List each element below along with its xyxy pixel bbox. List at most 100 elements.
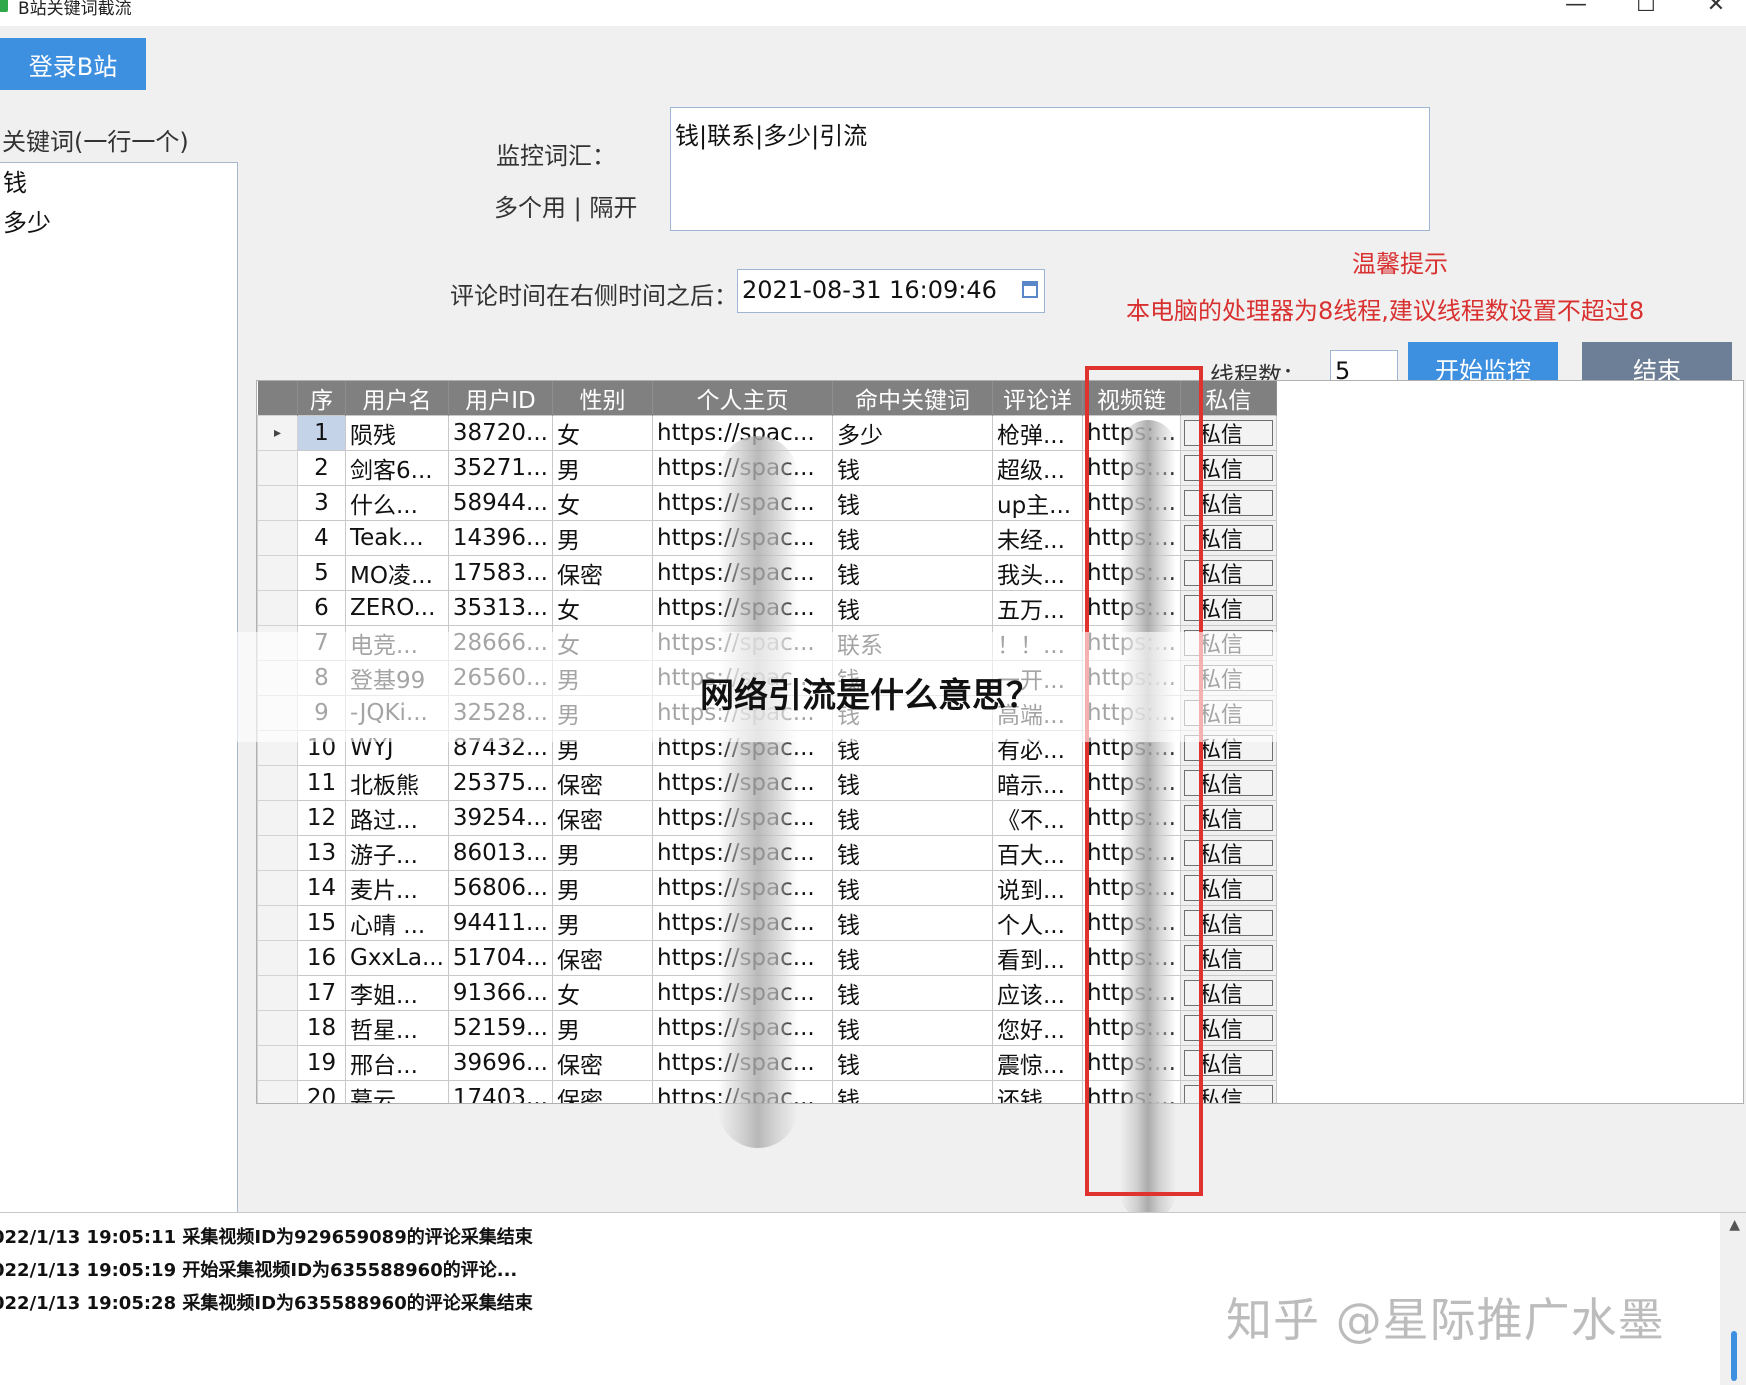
- table-cell[interactable]: 震惊...: [992, 1045, 1083, 1081]
- table-cell[interactable]: 女: [552, 590, 653, 626]
- table-cell[interactable]: 剑客6...: [345, 450, 449, 486]
- table-cell[interactable]: 保密: [552, 800, 653, 836]
- scroll-up-icon[interactable]: ▲: [1729, 1217, 1740, 1233]
- table-cell[interactable]: GxxLa...: [345, 940, 449, 976]
- table-cell[interactable]: 钱: [832, 485, 993, 521]
- table-cell[interactable]: 女: [552, 415, 653, 451]
- table-cell[interactable]: 钱: [832, 940, 993, 976]
- table-cell[interactable]: 15: [297, 905, 346, 941]
- table-cell[interactable]: 12: [297, 800, 346, 836]
- table-cell[interactable]: 56806...: [447, 870, 554, 906]
- maximize-button[interactable]: ☐: [1626, 0, 1666, 17]
- table-cell[interactable]: 钱: [832, 1080, 993, 1103]
- login-button[interactable]: 登录B站: [0, 38, 146, 90]
- table-cell[interactable]: 哲星...: [345, 1010, 449, 1046]
- table-cell[interactable]: 男: [552, 905, 653, 941]
- row-header[interactable]: [257, 450, 298, 486]
- table-cell[interactable]: 超级...: [992, 450, 1083, 486]
- table-cell[interactable]: 钱: [832, 835, 993, 871]
- row-header[interactable]: [257, 1010, 298, 1046]
- table-cell[interactable]: 男: [552, 450, 653, 486]
- scroll-thumb[interactable]: [1731, 1331, 1737, 1381]
- row-header[interactable]: [257, 800, 298, 836]
- table-cell[interactable]: 您好...: [992, 1010, 1083, 1046]
- table-cell[interactable]: 路过...: [345, 800, 449, 836]
- table-cell[interactable]: 陨残: [345, 415, 449, 451]
- table-cell[interactable]: 李姐...: [345, 975, 449, 1011]
- table-cell[interactable]: 17583...: [447, 555, 554, 591]
- table-cell[interactable]: 女: [552, 975, 653, 1011]
- table-cell[interactable]: 35313...: [447, 590, 554, 626]
- table-cell[interactable]: 25375...: [447, 765, 554, 801]
- table-cell[interactable]: 百大...: [992, 835, 1083, 871]
- table-cell[interactable]: ZERO...: [345, 590, 449, 626]
- table-cell[interactable]: 51704...: [447, 940, 554, 976]
- table-cell[interactable]: 17: [297, 975, 346, 1011]
- table-cell[interactable]: 钱: [832, 1045, 993, 1081]
- results-grid[interactable]: 序 用户名 用户ID 性别 个人主页 命中关键词 评论详 视频链 私信 ▸ 1 陨残…: [256, 380, 1744, 1104]
- row-header[interactable]: [257, 905, 298, 941]
- column-header[interactable]: 评论详: [992, 381, 1083, 416]
- table-cell[interactable]: 个人...: [992, 905, 1083, 941]
- table-cell[interactable]: 17403...: [447, 1080, 554, 1103]
- table-cell[interactable]: 邢台...: [345, 1045, 449, 1081]
- time-filter-picker[interactable]: 2021-08-31 16:09:46: [737, 269, 1045, 313]
- table-cell[interactable]: 暗示...: [992, 765, 1083, 801]
- table-cell[interactable]: 3: [297, 485, 346, 521]
- table-cell[interactable]: 保密: [552, 765, 653, 801]
- table-cell[interactable]: 20: [297, 1080, 346, 1103]
- column-header[interactable]: 用户ID: [448, 381, 554, 416]
- column-header[interactable]: 命中关键词: [832, 381, 993, 416]
- table-cell[interactable]: 5: [297, 555, 346, 591]
- table-cell[interactable]: 保密: [552, 555, 653, 591]
- calendar-icon[interactable]: [1022, 281, 1038, 298]
- table-cell[interactable]: 58944...: [447, 485, 554, 521]
- close-button[interactable]: ✕: [1696, 0, 1736, 17]
- table-cell[interactable]: 钱: [832, 520, 993, 556]
- table-cell[interactable]: 应该...: [992, 975, 1083, 1011]
- table-cell[interactable]: 枪弹...: [992, 415, 1083, 451]
- table-cell[interactable]: 什么...: [345, 485, 449, 521]
- table-cell[interactable]: 男: [552, 520, 653, 556]
- table-cell[interactable]: Teak...: [345, 520, 449, 556]
- table-cell[interactable]: 五万...: [992, 590, 1083, 626]
- row-header[interactable]: [257, 940, 298, 976]
- table-cell[interactable]: 钱: [832, 905, 993, 941]
- table-cell[interactable]: 保密: [552, 940, 653, 976]
- monitor-words-input[interactable]: 钱|联系|多少|引流: [670, 107, 1430, 231]
- table-cell[interactable]: 11: [297, 765, 346, 801]
- table-cell[interactable]: 保密: [552, 1080, 653, 1103]
- column-header[interactable]: 个人主页: [652, 381, 833, 416]
- table-cell[interactable]: 北板熊: [345, 765, 449, 801]
- table-cell[interactable]: 钱: [832, 1010, 993, 1046]
- table-cell[interactable]: 钱: [832, 870, 993, 906]
- column-header[interactable]: 用户名: [345, 381, 449, 416]
- table-cell[interactable]: 钱: [832, 975, 993, 1011]
- table-cell[interactable]: 说到...: [992, 870, 1083, 906]
- table-cell[interactable]: 保密: [552, 1045, 653, 1081]
- row-header[interactable]: [257, 1080, 298, 1103]
- table-cell[interactable]: 心晴 ...: [345, 905, 449, 941]
- table-cell[interactable]: 19: [297, 1045, 346, 1081]
- table-cell[interactable]: 男: [552, 870, 653, 906]
- table-cell[interactable]: 14396...: [447, 520, 554, 556]
- row-header[interactable]: ▸: [257, 415, 298, 451]
- row-header[interactable]: [257, 590, 298, 626]
- table-cell[interactable]: MO凌...: [345, 555, 449, 591]
- table-cell[interactable]: 钱: [832, 450, 993, 486]
- row-header[interactable]: [257, 520, 298, 556]
- table-cell[interactable]: 6: [297, 590, 346, 626]
- table-cell[interactable]: 35271...: [447, 450, 554, 486]
- table-cell[interactable]: 未经...: [992, 520, 1083, 556]
- table-cell[interactable]: up主...: [992, 485, 1083, 521]
- table-cell[interactable]: 52159...: [447, 1010, 554, 1046]
- row-header[interactable]: [257, 975, 298, 1011]
- table-cell[interactable]: 游子...: [345, 835, 449, 871]
- table-cell[interactable]: 钱: [832, 590, 993, 626]
- row-header[interactable]: [257, 765, 298, 801]
- minimize-button[interactable]: —: [1556, 0, 1596, 17]
- table-cell[interactable]: 看到...: [992, 940, 1083, 976]
- table-cell[interactable]: 我头...: [992, 555, 1083, 591]
- table-cell[interactable]: 91366...: [447, 975, 554, 1011]
- column-header[interactable]: 序: [297, 381, 346, 416]
